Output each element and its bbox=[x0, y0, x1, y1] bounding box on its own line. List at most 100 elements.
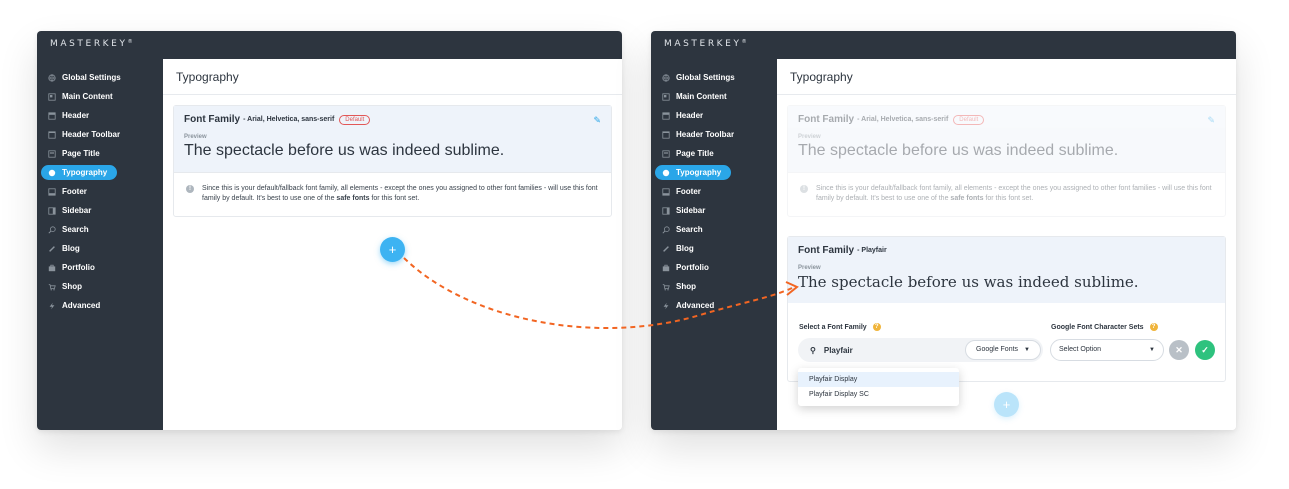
sidebar-item-label: Global Settings bbox=[676, 73, 735, 82]
search-icon bbox=[47, 225, 56, 234]
default-badge: Default bbox=[339, 114, 371, 125]
sidebar-item-page-title[interactable]: Page Title bbox=[651, 144, 777, 163]
bolt-icon bbox=[661, 301, 670, 310]
sidebar-item-typography[interactable]: Typography bbox=[651, 163, 777, 182]
help-icon[interactable]: ? bbox=[1149, 323, 1158, 331]
confirm-button[interactable]: ✓ bbox=[1195, 340, 1215, 360]
sidebar-item-footer[interactable]: Footer bbox=[651, 182, 777, 201]
preview-text: The spectacle before us was indeed subli… bbox=[798, 273, 1139, 291]
suggestion-item[interactable]: Playfair Display SC bbox=[798, 387, 959, 402]
globe-icon bbox=[47, 73, 56, 82]
sidebar-item-shop[interactable]: Shop bbox=[37, 277, 163, 296]
sidebar-item-advanced[interactable]: Advanced bbox=[651, 296, 777, 315]
footer-icon bbox=[47, 187, 56, 196]
sidebar-item-label: Typography bbox=[676, 168, 722, 177]
sidebar-item-header-toolbar[interactable]: Header Toolbar bbox=[37, 125, 163, 144]
card-note: ! Since this is your default/fallback fo… bbox=[788, 172, 1225, 216]
sidebar-item-portfolio[interactable]: Portfolio bbox=[37, 258, 163, 277]
sidebar-item-typography[interactable]: Typography bbox=[37, 163, 163, 182]
sidebar-item-header[interactable]: Header bbox=[37, 106, 163, 125]
sidebar-item-global-settings[interactable]: Global Settings bbox=[651, 68, 777, 87]
briefcase-icon bbox=[661, 263, 670, 272]
cart-icon bbox=[661, 282, 670, 291]
sidebar-item-blog[interactable]: Blog bbox=[651, 239, 777, 258]
suggestion-item[interactable]: Playfair Display bbox=[798, 372, 959, 387]
preview-text: The spectacle before us was indeed subli… bbox=[184, 142, 505, 159]
font-family-card-default: Font Family - Arial, Helvetica, sans-ser… bbox=[173, 105, 612, 217]
toolbar-icon bbox=[661, 130, 670, 139]
sidebar-item-footer[interactable]: Footer bbox=[37, 182, 163, 201]
sidebar-item-page-title[interactable]: Page Title bbox=[37, 144, 163, 163]
layout-icon bbox=[661, 92, 670, 101]
sidebar-item-label: Shop bbox=[62, 282, 82, 291]
sidebar: Global Settings Main Content Header Header … bbox=[37, 59, 163, 430]
sidebar-item-global-settings[interactable]: Global Settings bbox=[37, 68, 163, 87]
sidebar-nav: Global Settings Main Content Header Header … bbox=[37, 59, 163, 315]
sidebar-item-label: Search bbox=[676, 225, 703, 234]
layout-icon bbox=[47, 92, 56, 101]
font-family-list: - Arial, Helvetica, sans-serif bbox=[857, 116, 949, 123]
select-font-family-label: Select a Font Family? bbox=[799, 323, 881, 331]
sidebar-item-sidebar[interactable]: Sidebar bbox=[651, 201, 777, 220]
sidebar-item-label: Footer bbox=[62, 187, 87, 196]
sidebar-item-label: Advanced bbox=[676, 301, 715, 310]
font-family-card-default: Font Family - Arial, Helvetica, sans-ser… bbox=[787, 105, 1226, 217]
sidebar-item-main-content[interactable]: Main Content bbox=[37, 87, 163, 106]
edit-pencil-icon[interactable]: ✎ bbox=[1207, 115, 1215, 126]
charset-select[interactable]: Select Option ▼ bbox=[1050, 339, 1164, 361]
font-source-dropdown[interactable]: Google Fonts ▼ bbox=[965, 340, 1041, 360]
sidebar-item-blog[interactable]: Blog bbox=[37, 239, 163, 258]
sidebar-item-sidebar[interactable]: Sidebar bbox=[37, 201, 163, 220]
card-note: ! Since this is your default/fallback fo… bbox=[174, 172, 611, 216]
sidebar-item-portfolio[interactable]: Portfolio bbox=[651, 258, 777, 277]
sidebar-item-label: Portfolio bbox=[62, 263, 95, 272]
safe-fonts-link: safe fonts bbox=[950, 195, 984, 202]
font-family-title: Font Family bbox=[184, 114, 241, 125]
sidebar-item-label: Main Content bbox=[676, 92, 727, 101]
info-icon: ! bbox=[186, 185, 194, 193]
chevron-down-icon: ▼ bbox=[1149, 347, 1155, 353]
note-text: Since this is your default/fallback font… bbox=[202, 185, 598, 202]
globe-icon bbox=[661, 73, 670, 82]
page-title-icon bbox=[661, 149, 670, 158]
sidebar-item-header[interactable]: Header bbox=[651, 106, 777, 125]
search-icon: ⚲ bbox=[810, 345, 816, 355]
card-title: Font Family - Arial, Helvetica, sans-ser… bbox=[184, 114, 601, 125]
card-header: Font Family - Arial, Helvetica, sans-ser… bbox=[788, 106, 1225, 172]
sidebar-item-shop[interactable]: Shop bbox=[651, 277, 777, 296]
sidebar-item-label: Global Settings bbox=[62, 73, 121, 82]
sidebar-icon bbox=[661, 206, 670, 215]
sidebar-item-label: Search bbox=[62, 225, 89, 234]
font-search-input[interactable]: ⚲ Playfair Google Fonts ▼ bbox=[798, 338, 1043, 362]
sidebar-item-advanced[interactable]: Advanced bbox=[37, 296, 163, 315]
sidebar-item-label: Main Content bbox=[62, 92, 113, 101]
sidebar-item-header-toolbar[interactable]: Header Toolbar bbox=[651, 125, 777, 144]
window-after: MASTERKEY® Global Settings Main Content He… bbox=[651, 31, 1236, 430]
sidebar-item-label: Blog bbox=[676, 244, 694, 253]
briefcase-icon bbox=[47, 263, 56, 272]
sidebar-item-search[interactable]: Search bbox=[651, 220, 777, 239]
divider bbox=[777, 94, 1236, 95]
info-icon: ! bbox=[800, 185, 808, 193]
typography-icon bbox=[47, 168, 56, 177]
sidebar-item-main-content[interactable]: Main Content bbox=[651, 87, 777, 106]
edit-pencil-icon[interactable]: ✎ bbox=[593, 115, 601, 126]
sidebar-item-label: Footer bbox=[676, 187, 701, 196]
sidebar-item-label: Shop bbox=[676, 282, 696, 291]
font-family-title: Font Family bbox=[798, 245, 855, 256]
safe-fonts-link: safe fonts bbox=[336, 195, 370, 202]
sidebar-item-label: Typography bbox=[62, 168, 108, 177]
bolt-icon bbox=[47, 301, 56, 310]
card-header: Font Family - Arial, Helvetica, sans-ser… bbox=[174, 106, 611, 172]
sidebar-item-search[interactable]: Search bbox=[37, 220, 163, 239]
sidebar-item-label: Sidebar bbox=[62, 206, 92, 215]
sidebar-item-label: Page Title bbox=[676, 149, 714, 158]
sidebar-icon bbox=[47, 206, 56, 215]
font-family-title: Font Family bbox=[798, 114, 855, 125]
add-font-family-button[interactable]: + bbox=[380, 237, 405, 262]
cancel-button[interactable]: ✕ bbox=[1169, 340, 1189, 360]
main-panel: Typography Font Family - Arial, Helvetic… bbox=[163, 59, 622, 430]
help-icon[interactable]: ? bbox=[872, 323, 881, 331]
add-font-family-button[interactable]: + bbox=[994, 392, 1019, 417]
search-value: Playfair bbox=[823, 345, 853, 355]
